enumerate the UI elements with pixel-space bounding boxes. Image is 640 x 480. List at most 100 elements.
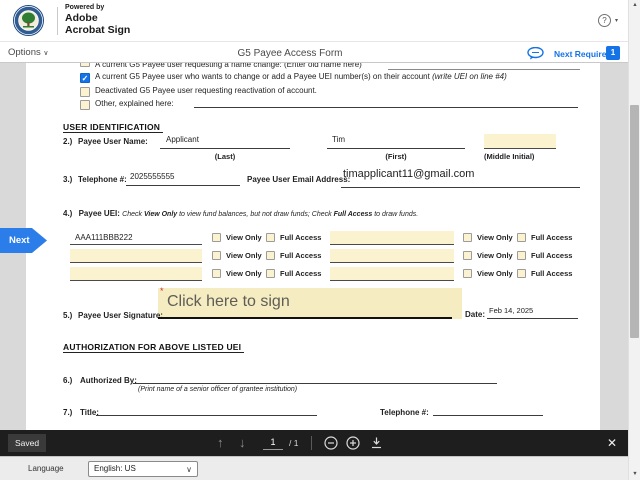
uei-field-1-left[interactable]: AAA111BBB222: [70, 231, 202, 245]
view-only-checkbox[interactable]: [212, 233, 221, 242]
reactivation-checkbox[interactable]: [80, 87, 90, 97]
full-access-label: Full Access: [531, 251, 573, 260]
previous-page-icon[interactable]: ↑: [217, 430, 224, 456]
last-name-line: [160, 148, 290, 149]
q5-label: Payee User Signature:: [78, 311, 163, 320]
change-uei-label: A current G5 Payee user who wants to cha…: [95, 72, 507, 81]
full-access-checkbox[interactable]: [266, 233, 275, 242]
divider: [57, 7, 58, 35]
uei-field-3-right[interactable]: [330, 267, 454, 281]
scrollbar-thumb[interactable]: [630, 105, 639, 338]
options-bar: Options ∨ G5 Payee Access Form Next Requ…: [0, 43, 628, 63]
view-only-label: View Only: [226, 251, 262, 260]
required-count-badge: 1: [606, 46, 620, 60]
q7-phone-label: Telephone #:: [380, 408, 429, 417]
view-only-label: View Only: [477, 269, 513, 278]
first-caption: (First): [385, 152, 407, 161]
name-change-checkbox[interactable]: [80, 63, 90, 67]
full-access-checkbox[interactable]: [266, 251, 275, 260]
document-viewer: A current G5 Payee user requesting a nam…: [0, 63, 628, 430]
powered-by-label: Powered by: [65, 4, 105, 11]
agency-seal-logo: [13, 5, 44, 36]
viewer-toolbar: Saved ↑ ↓ 1 / 1 ✕: [0, 430, 628, 456]
help-caret-icon[interactable]: ▾: [615, 17, 618, 24]
language-selected-value: English: US: [94, 464, 136, 473]
brand-adobe: Adobe: [65, 12, 98, 24]
q5-number: 5.): [63, 311, 73, 320]
last-name-value[interactable]: Applicant: [166, 135, 199, 144]
view-only-checkbox[interactable]: [463, 251, 472, 260]
divider: [311, 436, 312, 450]
q4-label: Payee UEI:: [78, 209, 120, 218]
q3-number: 3.): [63, 175, 73, 184]
first-name-value[interactable]: Tim: [332, 135, 345, 144]
acrobat-sign-window: Powered by Adobe Acrobat Sign ? ▾ Option…: [0, 0, 640, 480]
view-only-checkbox[interactable]: [463, 233, 472, 242]
language-label: Language: [28, 464, 64, 473]
header: Powered by Adobe Acrobat Sign ? ▾: [0, 0, 628, 42]
language-bar: Language English: US ∨: [0, 456, 628, 480]
name-change-line: [388, 69, 580, 70]
full-access-label: Full Access: [280, 251, 322, 260]
close-icon[interactable]: ✕: [607, 430, 617, 456]
view-only-label: View Only: [226, 233, 262, 242]
help-icon[interactable]: ?: [598, 14, 611, 27]
full-access-checkbox[interactable]: [517, 233, 526, 242]
zoom-in-icon[interactable]: [346, 436, 360, 450]
full-access-checkbox[interactable]: [266, 269, 275, 278]
saved-status-badge: Saved: [8, 434, 47, 452]
view-only-checkbox[interactable]: [212, 251, 221, 260]
q7-number: 7.): [63, 408, 73, 417]
q4-row: 4.) Payee UEI: Check View Only to view f…: [63, 209, 418, 218]
q7-phone-line: [433, 415, 543, 416]
date-value: Feb 14, 2025: [489, 306, 534, 315]
page-number-input[interactable]: 1: [263, 434, 283, 450]
q6-number: 6.): [63, 376, 73, 385]
middle-initial-field[interactable]: [484, 134, 556, 149]
view-only-checkbox[interactable]: [212, 269, 221, 278]
zoom-out-icon[interactable]: [324, 436, 338, 450]
change-uei-note: (write UEI on line #4): [432, 72, 507, 81]
full-access-checkbox[interactable]: [517, 269, 526, 278]
reactivation-label: Deactivated G5 Payee user requesting rea…: [95, 86, 317, 95]
email-value[interactable]: timapplicant11@gmail.com: [343, 168, 474, 180]
language-select[interactable]: English: US ∨: [88, 461, 198, 477]
scroll-down-icon[interactable]: ▼: [629, 471, 640, 477]
required-asterisk: *: [160, 286, 164, 296]
next-page-icon[interactable]: ↓: [239, 430, 246, 456]
view-only-label: View Only: [226, 269, 262, 278]
date-label: Date:: [465, 310, 486, 319]
download-icon[interactable]: [370, 436, 383, 449]
user-identification-heading: USER IDENTIFICATION: [63, 122, 164, 133]
scroll-up-icon[interactable]: ▲: [629, 2, 640, 8]
phone-value[interactable]: 2025555555: [130, 172, 175, 181]
change-uei-checkbox[interactable]: ✓: [80, 73, 90, 83]
check-icon: ✓: [81, 74, 89, 83]
email-label: Payee User Email Address:: [247, 175, 351, 184]
document-title: G5 Payee Access Form: [237, 48, 343, 59]
window-scrollbar[interactable]: ▲ ▼: [628, 0, 640, 480]
full-access-label: Full Access: [531, 233, 573, 242]
view-only-checkbox[interactable]: [463, 269, 472, 278]
message-bubble-icon[interactable]: [527, 47, 544, 60]
first-name-line: [327, 148, 465, 149]
form-page: A current G5 Payee user requesting a nam…: [26, 63, 600, 430]
q3-label: Telephone #:: [78, 175, 127, 184]
full-access-checkbox[interactable]: [517, 251, 526, 260]
authorization-heading: AUTHORIZATION FOR ABOVE LISTED UEI: [63, 342, 245, 353]
uei-field-3-left[interactable]: [70, 267, 202, 281]
uei-field-1-right[interactable]: [330, 231, 454, 245]
uei-field-2-right[interactable]: [330, 249, 454, 263]
signature-field[interactable]: * Click here to sign: [158, 286, 462, 319]
signature-placeholder: Click here to sign: [167, 293, 290, 310]
chevron-down-icon: ∨: [186, 465, 192, 474]
middle-caption: (Middle Initial): [484, 152, 535, 161]
q4-instructions: Check View Only to view fund balances, b…: [122, 211, 419, 218]
view-only-label: View Only: [477, 251, 513, 260]
name-change-label: A current G5 Payee user requesting a nam…: [95, 63, 362, 69]
uei-field-2-left[interactable]: [70, 249, 202, 263]
other-checkbox[interactable]: [80, 100, 90, 110]
full-access-label: Full Access: [280, 233, 322, 242]
next-required-button[interactable]: Next Required: [554, 49, 612, 59]
view-only-label: View Only: [477, 233, 513, 242]
